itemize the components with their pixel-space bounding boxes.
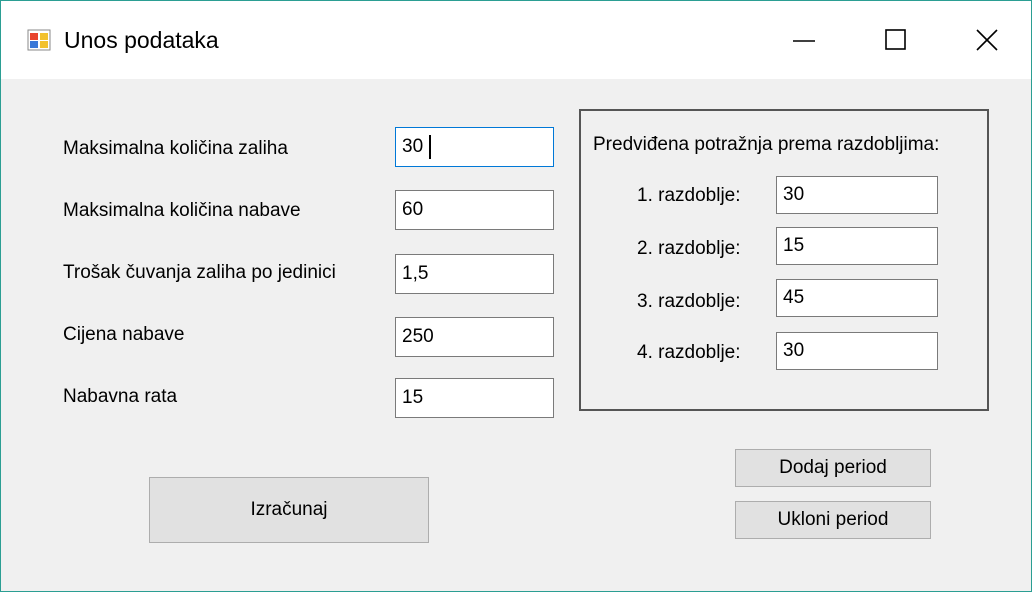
app-icon [27, 29, 51, 51]
maximize-icon [885, 29, 906, 50]
period-1-label: 1. razdoblje: [637, 185, 741, 206]
window-title: Unos podataka [64, 27, 219, 53]
minimize-button[interactable] [758, 1, 850, 79]
demand-heading: Predviđena potražnja prema razdobljima: [593, 134, 940, 155]
holding-cost-label: Trošak čuvanja zaliha po jedinici [63, 262, 336, 283]
order-rate-label: Nabavna rata [63, 386, 178, 407]
calculate-button[interactable]: Izračunaj [149, 477, 429, 543]
close-icon [975, 29, 998, 51]
period-3-input[interactable] [776, 279, 938, 317]
maximize-button[interactable] [850, 1, 942, 79]
period-2-label: 2. razdoblje: [637, 238, 741, 259]
close-button[interactable] [942, 1, 1031, 79]
max-order-label: Maksimalna količina nabave [63, 200, 301, 221]
period-1-input[interactable] [776, 176, 938, 214]
minimize-icon [793, 40, 815, 42]
add-period-button[interactable]: Dodaj period [735, 449, 931, 487]
main-window: Unos podataka Maksimalna količina zaliha… [0, 0, 1032, 592]
period-4-label: 4. razdoblje: [637, 342, 741, 363]
text-caret [429, 135, 431, 159]
max-stock-input[interactable] [395, 127, 554, 167]
remove-period-button[interactable]: Ukloni period [735, 501, 931, 539]
title-bar[interactable]: Unos podataka [1, 1, 1031, 79]
max-stock-label: Maksimalna količina zaliha [63, 138, 288, 159]
order-rate-input[interactable] [395, 378, 554, 418]
period-2-input[interactable] [776, 227, 938, 265]
period-4-input[interactable] [776, 332, 938, 370]
order-price-input[interactable] [395, 317, 554, 357]
period-3-label: 3. razdoblje: [637, 291, 741, 312]
max-order-input[interactable] [395, 190, 554, 230]
holding-cost-input[interactable] [395, 254, 554, 294]
order-price-label: Cijena nabave [63, 324, 185, 345]
